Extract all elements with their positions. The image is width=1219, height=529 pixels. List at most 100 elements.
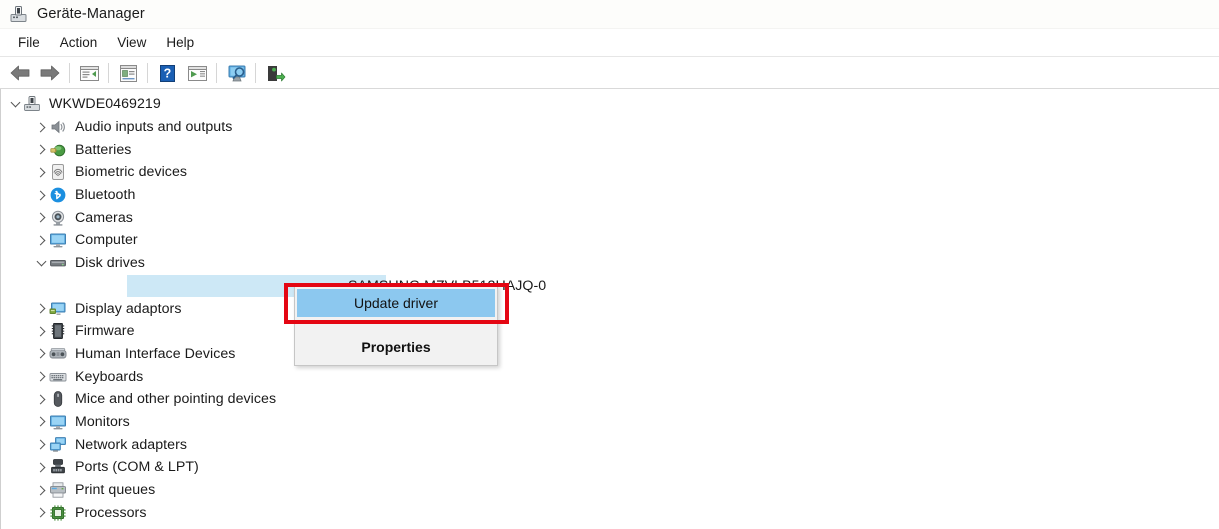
tree-row-audio-inputs-and-outputs[interactable]: Audio inputs and outputs [1,116,1219,139]
context-menu-gap [295,318,497,332]
chevron-right-icon[interactable] [33,505,49,521]
tree-node-label: Mice and other pointing devices [75,391,277,408]
tree-row-computer[interactable]: Computer [1,229,1219,252]
fingerprint-icon [49,163,67,181]
tree-node-label: Computer [75,232,138,249]
monitor-icon [49,413,67,431]
tree-row-mice-and-other-pointing-devices[interactable]: Mice and other pointing devices [1,388,1219,411]
chevron-right-icon[interactable] [33,187,49,203]
firmware-icon [49,322,67,340]
enable-device-icon[interactable] [260,59,290,87]
tree-row-human-interface-devices[interactable]: Human Interface Devices [1,343,1219,366]
device-tree-pane[interactable]: WKWDE0469219 Audio inputs and outputs Ba… [0,89,1219,529]
chevron-right-icon[interactable] [33,391,49,407]
tree-node-label: Keyboards [75,368,144,385]
scan-for-hardware-changes-icon[interactable] [221,59,251,87]
chevron-down-icon[interactable] [7,96,23,112]
network-adapter-icon [49,436,67,454]
help-icon[interactable]: ? [152,59,182,87]
title-bar: Geräte-Manager [0,0,1219,29]
tree-row-ports[interactable]: Ports (COM & LPT) [1,456,1219,479]
chevron-right-icon[interactable] [33,164,49,180]
monitor-icon [49,231,67,249]
svg-text:?: ? [163,66,171,80]
tree-row-samsung-disk[interactable]: SAMSUNG MZVLB512HAJQ-0 [1,274,1219,298]
tree-row-network-adapters[interactable]: Network adapters [1,433,1219,456]
chevron-right-icon[interactable] [33,369,49,385]
tree-node-label: WKWDE0469219 [49,96,161,113]
menu-help[interactable]: Help [156,32,204,53]
chevron-right-icon[interactable] [33,232,49,248]
tree-row-bluetooth[interactable]: Bluetooth [1,184,1219,207]
mouse-icon [49,390,67,408]
toolbar-separator [255,63,256,83]
tree-row-display-adaptors[interactable]: Display adaptors [1,297,1219,320]
tree-node-label: Display adaptors [75,300,182,317]
menu-bar: File Action View Help [0,29,1219,57]
properties-icon[interactable] [113,59,143,87]
window-title: Geräte-Manager [37,6,145,22]
chevron-right-icon[interactable] [33,482,49,498]
tree-node-label: Network adapters [75,436,187,453]
show-hide-console-tree-icon[interactable] [74,59,104,87]
speaker-icon [49,118,67,136]
chevron-right-icon[interactable] [33,437,49,453]
device-tree: WKWDE0469219 Audio inputs and outputs Ba… [1,89,1219,529]
chevron-right-icon[interactable] [33,210,49,226]
menu-action[interactable]: Action [50,32,108,53]
printer-icon [49,481,67,499]
context-menu-item-update-driver[interactable]: Update driver [297,289,495,317]
hid-icon [49,345,67,363]
tree-row-cameras[interactable]: Cameras [1,206,1219,229]
tree-row[interactable]: WKWDE0469219 [1,93,1219,116]
camera-icon [49,209,67,227]
chevron-right-icon[interactable] [33,142,49,158]
context-menu-item-properties[interactable]: Properties [297,333,495,361]
tree-row-processors[interactable]: Processors [1,501,1219,524]
device-manager-icon [9,5,28,24]
port-icon [49,458,67,476]
tree-row-partial-clipped[interactable] [1,524,1219,529]
chevron-right-icon[interactable] [33,459,49,475]
tree-row-print-queues[interactable]: Print queues [1,479,1219,502]
display-adapter-icon [49,300,67,318]
toolbar: ? [0,58,1219,89]
back-arrow-icon[interactable] [5,59,35,87]
bluetooth-icon [49,186,67,204]
computer-root-icon [23,95,41,113]
tree-node-label: Ports (COM & LPT) [75,459,199,476]
tree-node-label: Cameras [75,209,133,226]
menu-view[interactable]: View [107,32,156,53]
tree-node-label: Disk drives [75,255,145,272]
processor-icon [49,504,67,522]
chevron-down-icon[interactable] [33,255,49,271]
tree-row-firmware[interactable]: Firmware [1,320,1219,343]
tree-node-label: Biometric devices [75,164,188,181]
tree-node-label: Batteries [75,141,132,158]
forward-arrow-icon[interactable] [35,59,65,87]
tree-row-batteries[interactable]: Batteries [1,138,1219,161]
tree-node-label: Processors [75,504,147,521]
toolbar-separator [147,63,148,83]
context-menu[interactable]: Update driver Properties [294,285,498,366]
tree-node-label: Human Interface Devices [75,345,236,362]
tree-row-monitors[interactable]: Monitors [1,411,1219,434]
tree-row-biometric-devices[interactable]: Biometric devices [1,161,1219,184]
chevron-right-icon[interactable] [33,414,49,430]
chevron-right-icon[interactable] [33,301,49,317]
disk-drive-icon [49,254,67,272]
update-driver-icon[interactable] [182,59,212,87]
menu-file[interactable]: File [8,32,50,53]
tree-row-keyboards[interactable]: Keyboards [1,365,1219,388]
tree-node-label: Bluetooth [75,187,136,204]
chevron-right-icon[interactable] [33,119,49,135]
tree-node-label: Firmware [75,323,135,340]
chevron-right-icon[interactable] [33,323,49,339]
toolbar-separator [216,63,217,83]
device-manager-window: Geräte-Manager File Action View Help ? W… [0,0,1219,529]
chevron-right-icon[interactable] [33,346,49,362]
tree-row-disk-drives[interactable]: Disk drives [1,252,1219,275]
keyboard-icon [49,368,67,386]
toolbar-separator [69,63,70,83]
battery-icon [49,141,67,159]
